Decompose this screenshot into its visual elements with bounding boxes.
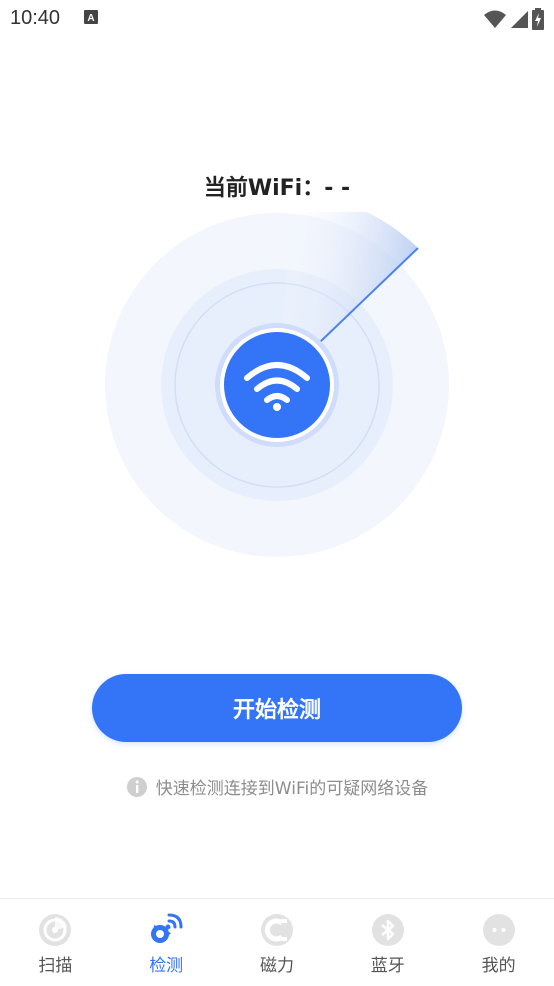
tab-bluetooth-label: 蓝牙	[370, 956, 405, 976]
info-icon	[126, 776, 147, 797]
wifi-radar	[105, 212, 449, 557]
magnet-icon	[260, 914, 293, 946]
status-bar: 10:40 A	[0, 0, 554, 40]
bottom-tab-bar: 扫描 检测 磁力 蓝牙 我的	[0, 898, 554, 986]
current-wifi-title: 当前WiFi：- -	[203, 176, 351, 201]
tab-detect-label: 检测	[149, 956, 184, 976]
battery-icon	[532, 8, 544, 30]
tab-mine-label: 我的	[481, 956, 516, 976]
profile-face-icon	[482, 914, 515, 946]
tab-scan-label: 扫描	[38, 956, 73, 976]
tab-mine[interactable]: 我的	[443, 899, 554, 986]
svg-text:A: A	[87, 13, 94, 24]
tab-magnetic[interactable]: 磁力	[222, 899, 333, 986]
radar-scan-icon	[39, 914, 72, 946]
start-detection-button[interactable]: 开始检测	[92, 674, 462, 742]
tab-bluetooth[interactable]: 蓝牙	[332, 899, 443, 986]
satellite-dish-icon	[151, 913, 183, 943]
hint-row: 快速检测连接到WiFi的可疑网络设备	[0, 774, 554, 799]
status-icons	[484, 7, 544, 31]
hint-text: 快速检测连接到WiFi的可疑网络设备	[155, 779, 429, 799]
cell-signal-icon	[511, 11, 528, 28]
bluetooth-icon	[371, 914, 404, 946]
tab-scan[interactable]: 扫描	[0, 899, 111, 986]
tab-magnetic-label: 磁力	[259, 956, 294, 976]
status-time: 10:40	[10, 7, 61, 29]
app-notification-icon: A	[84, 10, 98, 24]
wifi-signal-icon	[484, 10, 506, 28]
tab-detect[interactable]: 检测	[111, 899, 222, 986]
